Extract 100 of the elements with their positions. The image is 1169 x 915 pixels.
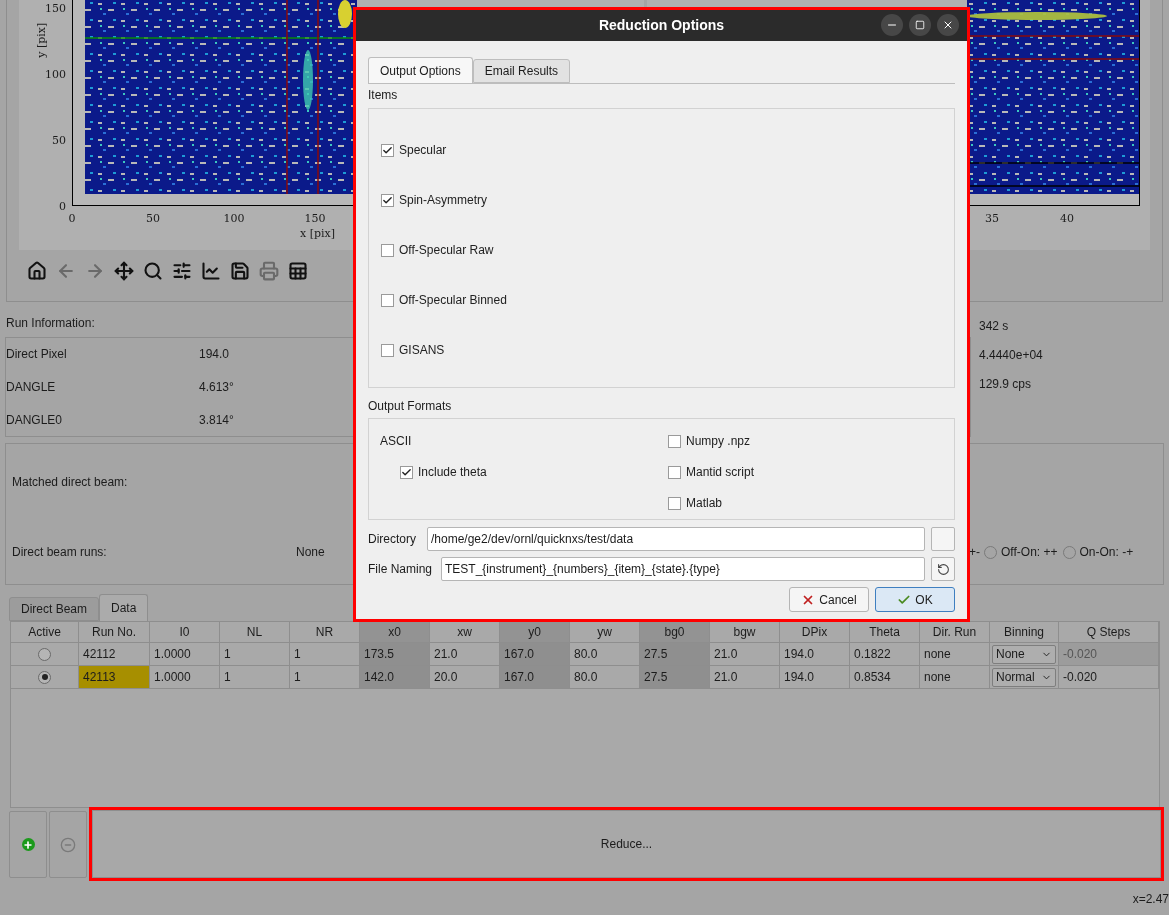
checkbox[interactable]: Include theta (400, 463, 487, 481)
tick-label: 100 (45, 67, 66, 83)
tick-label: 50 (52, 133, 66, 149)
info-value: 4.613° (199, 379, 234, 396)
table-cell: none (920, 666, 990, 689)
table-cell: 27.5 (640, 666, 710, 689)
ok-button[interactable]: OK (875, 587, 955, 612)
reset-icon (936, 562, 950, 576)
checkbox[interactable]: Specular (381, 141, 447, 159)
table-cell: 1.0000 (150, 666, 220, 689)
radio-button[interactable] (38, 670, 51, 684)
direct-beam-value: None (296, 544, 325, 561)
line-chart-icon[interactable] (201, 261, 221, 281)
table-cell: 1 (220, 643, 290, 666)
pan-arrows-icon[interactable] (114, 261, 134, 281)
tab[interactable]: Email Results (472, 59, 571, 83)
table-cell: 142.0 (360, 666, 430, 689)
maximize-icon (915, 20, 925, 30)
tick-label: 50 (146, 211, 160, 227)
table-cell: 42113 (79, 666, 150, 689)
status-text: x=2.47 (1132, 891, 1169, 908)
table-cell: 21.0 (710, 666, 780, 689)
column-header[interactable]: Binning (990, 622, 1059, 643)
tab[interactable]: Data (99, 594, 149, 621)
tick-label: 150 (45, 1, 66, 17)
tick-label: 40 (1060, 211, 1074, 227)
column-header[interactable]: y0 (500, 622, 570, 643)
radio-label: +- (969, 544, 980, 561)
info-label: Direct Pixel (6, 346, 68, 364)
info-value: 194.0 (199, 346, 230, 364)
file-naming-field[interactable]: TEST_{instrument}_{numbers}_{item}_{state}.{type} (441, 557, 925, 581)
table-cell: 194.0 (780, 666, 850, 689)
group-title: Output Formats (368, 398, 452, 415)
table-icon[interactable] (288, 261, 308, 281)
axis-label: x [pix] (300, 226, 336, 242)
radio-button[interactable]: Off-On: ++ (984, 543, 1058, 561)
table-cell: -0.020 (1059, 666, 1159, 689)
table-cell: 194.0 (780, 643, 850, 666)
column-header[interactable]: bg0 (640, 622, 710, 643)
sliders-icon[interactable] (172, 261, 192, 281)
radio-button[interactable]: On-On: -+ (1062, 543, 1134, 561)
column-header[interactable]: I0 (150, 622, 220, 643)
minimize-button[interactable] (881, 14, 903, 36)
check-icon (382, 194, 393, 206)
column-header[interactable]: Run No. (79, 622, 150, 643)
matched-beam-label: Matched direct beam: (12, 474, 128, 491)
info-value: 3.814° (199, 411, 234, 429)
info-value: 129.9 cps (979, 376, 1032, 393)
column-header[interactable]: Active (11, 622, 79, 643)
plus-icon (21, 838, 35, 851)
maximize-button[interactable] (909, 14, 931, 36)
close-icon (942, 19, 954, 31)
table-cell: 167.0 (500, 643, 570, 666)
table-cell: 173.5 (360, 643, 430, 666)
checkbox[interactable]: Numpy .npz (668, 432, 751, 450)
tick-label: 0 (59, 199, 66, 215)
checkbox[interactable]: Matlab (668, 494, 723, 512)
table-cell: 167.0 (500, 666, 570, 689)
reduce-button[interactable]: Reduce... (92, 810, 1161, 878)
axis-label: y [pix] (34, 22, 50, 58)
table-cell: 1.0000 (150, 643, 220, 666)
section-title: Run Information: (5, 315, 95, 332)
column-header[interactable]: NL (220, 622, 290, 643)
search-icon[interactable] (143, 261, 163, 281)
tick-label: 100 (223, 211, 245, 227)
checkbox[interactable]: Off-Specular Binned (381, 291, 507, 309)
info-value: 342 s (979, 318, 1009, 335)
table-cell: -0.020 (1059, 643, 1159, 666)
minus-icon (60, 836, 76, 853)
radio-button[interactable] (38, 647, 51, 661)
window-title: Reduction Options (598, 16, 725, 35)
binning-dropdown[interactable]: None (992, 644, 1056, 664)
check-icon (401, 466, 412, 478)
format-label: ASCII (380, 433, 412, 450)
binning-dropdown[interactable]: Normal (992, 667, 1056, 687)
tab[interactable]: Direct Beam (9, 597, 100, 621)
column-header[interactable]: x0 (360, 622, 430, 643)
save-icon[interactable] (230, 261, 250, 281)
directory-field[interactable]: /home/ge2/dev/ornl/quicknxs/test/data (427, 527, 925, 551)
tab[interactable]: Output Options (368, 57, 473, 83)
home-icon[interactable] (27, 261, 47, 281)
checkbox[interactable]: Off-Specular Raw (381, 241, 494, 259)
checkbox[interactable]: Spin-Asymmetry (381, 191, 487, 209)
tick-label: 35 (985, 211, 999, 227)
info-label: DANGLE (6, 379, 57, 396)
close-button[interactable] (937, 14, 959, 36)
table-cell: none (920, 643, 990, 666)
reset-button[interactable] (931, 557, 955, 581)
checkbox[interactable]: GISANS (381, 341, 445, 359)
check-icon (382, 144, 393, 156)
table-cell: 1 (220, 666, 290, 689)
table-cell: 21.0 (710, 643, 780, 666)
table-cell: 0.1822 (850, 643, 920, 666)
cancel-button[interactable]: Cancel (789, 587, 869, 612)
table-cell: 0.8534 (850, 666, 920, 689)
group-title: Items (368, 87, 398, 104)
direct-beam-label: Direct beam runs: (12, 544, 108, 561)
info-label: DANGLE0 (6, 411, 64, 429)
table-cell: 27.5 (640, 643, 710, 666)
checkbox[interactable]: Mantid script (668, 463, 755, 481)
